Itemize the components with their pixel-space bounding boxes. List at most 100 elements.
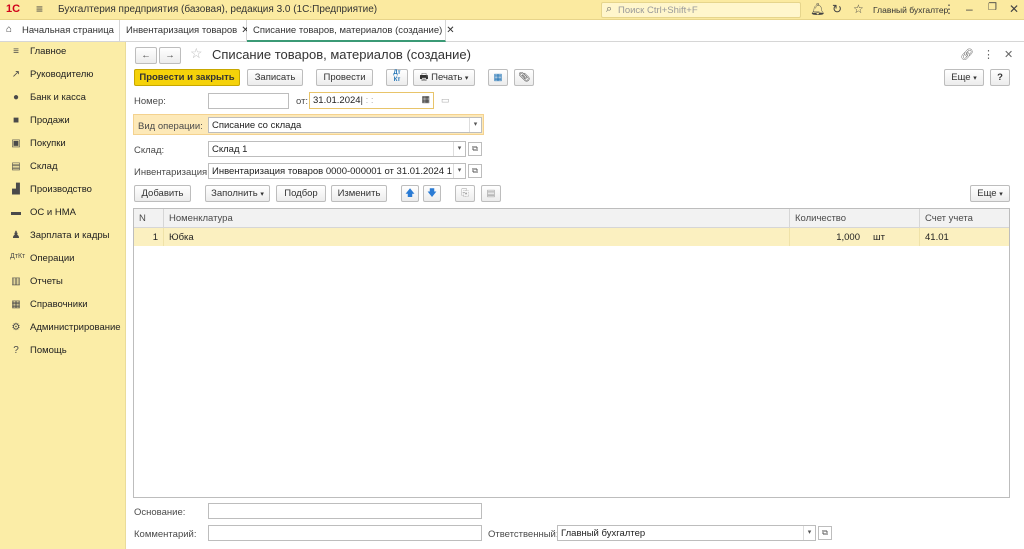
- column-header-qty[interactable]: Количество: [790, 209, 920, 228]
- move-down-button[interactable]: 🡇: [423, 185, 441, 202]
- sidebar-item-admin[interactable]: ⚙ Администрирование: [0, 318, 126, 341]
- sidebar-item-director[interactable]: ↗ Руководителю: [0, 65, 126, 88]
- table-cell-unit[interactable]: шт: [865, 228, 920, 246]
- sidebar-item-operations[interactable]: ДтКт Операции: [0, 249, 126, 272]
- date-input[interactable]: 31.01.2024| : : ▦: [309, 92, 434, 109]
- global-search-input[interactable]: ⌕ Поиск Ctrl+Shift+F: [601, 2, 801, 18]
- tab-inventory[interactable]: Инвентаризация товаров ✕: [120, 20, 250, 42]
- dt-kt-button[interactable]: Дт Кт: [386, 69, 408, 86]
- page-title: Списание товаров, материалов (создание): [212, 47, 471, 62]
- date-value: 31.01.2024: [313, 95, 361, 106]
- minimize-icon[interactable]: –: [966, 2, 973, 16]
- sidebar-item-purchases[interactable]: ▣ Покупки: [0, 134, 126, 157]
- structure-button[interactable]: ▦: [488, 69, 508, 86]
- current-user[interactable]: Главный бухгалтер: [873, 5, 948, 15]
- responsible-select[interactable]: Главный бухгалтер ▾: [557, 525, 816, 541]
- select-items-button[interactable]: Подбор: [276, 185, 326, 202]
- more-vertical-icon[interactable]: ⋮: [983, 48, 994, 61]
- open-icon[interactable]: ⧉: [818, 526, 832, 540]
- sidebar-item-production[interactable]: ▟ Производство: [0, 180, 126, 203]
- history-icon[interactable]: ↻: [832, 2, 842, 16]
- table-cell-n[interactable]: 1: [134, 228, 164, 246]
- sidebar-item-fixed-assets[interactable]: ▬ ОС и НМА: [0, 203, 126, 226]
- sidebar-item-sales[interactable]: ■ Продажи: [0, 111, 126, 134]
- chevron-down-icon[interactable]: ▾: [453, 164, 465, 178]
- table-cell-item[interactable]: Юбка: [164, 228, 790, 246]
- tab-home[interactable]: ⌂ Начальная страница: [0, 20, 120, 42]
- table-cell-qty[interactable]: 1,000: [790, 228, 865, 246]
- tab-label: Начальная страница: [22, 25, 114, 36]
- forward-button[interactable]: →: [159, 47, 181, 64]
- dt-kt-icon: ДтКт: [10, 253, 26, 260]
- column-header-n[interactable]: N: [134, 209, 164, 228]
- warehouse-value: Склад 1: [212, 144, 248, 155]
- print-button[interactable]: 🖶︎ Печать ▾: [413, 69, 475, 86]
- sidebar-item-main[interactable]: ≡ Главное: [0, 42, 126, 65]
- sidebar-item-reports[interactable]: ▥ Отчеты: [0, 272, 126, 295]
- more-vertical-icon[interactable]: ⋮: [943, 2, 955, 16]
- basis-input[interactable]: [208, 503, 482, 519]
- more-button[interactable]: Еще ▾: [944, 69, 984, 86]
- chevron-down-icon[interactable]: ▾: [469, 118, 481, 132]
- column-header-account[interactable]: Счет учета: [920, 209, 1009, 228]
- chevron-down-icon[interactable]: ▾: [803, 526, 815, 540]
- 1c-logo: 1С: [6, 3, 21, 15]
- tab-label: Инвентаризация товаров: [126, 25, 238, 36]
- favorite-star-icon[interactable]: ☆: [190, 45, 203, 62]
- copy-button[interactable]: ⎘: [455, 185, 475, 202]
- post-and-close-button[interactable]: Провести и закрыть: [134, 69, 240, 86]
- chevron-down-icon[interactable]: ▾: [453, 142, 465, 156]
- inventory-select[interactable]: Инвентаризация товаров 0000-000001 от 31…: [208, 163, 466, 179]
- add-row-button[interactable]: Добавить: [134, 185, 191, 202]
- table-more-button[interactable]: Еще ▾: [970, 185, 1010, 202]
- sidebar-item-references[interactable]: ▦ Справочники: [0, 295, 126, 318]
- open-icon[interactable]: ⧉: [468, 142, 482, 156]
- number-input[interactable]: [208, 93, 289, 109]
- sidebar-item-label: Производство: [30, 184, 92, 195]
- truck-icon: ▬: [11, 207, 21, 218]
- save-button[interactable]: Записать: [247, 69, 303, 86]
- sidebar-item-help[interactable]: ? Помощь: [0, 341, 126, 364]
- close-tab-icon[interactable]: ✕: [446, 25, 454, 36]
- comment-input[interactable]: [208, 525, 482, 541]
- back-button[interactable]: ←: [135, 47, 157, 64]
- maximize-icon[interactable]: ❐: [988, 2, 997, 13]
- post-button[interactable]: Провести: [316, 69, 373, 86]
- close-form-icon[interactable]: ✕: [1004, 48, 1013, 61]
- sidebar-item-label: Руководителю: [30, 69, 94, 80]
- star-icon[interactable]: ☆: [853, 2, 864, 16]
- open-icon[interactable]: ⧉: [468, 164, 482, 178]
- attachment-button[interactable]: 📎︎: [514, 69, 534, 86]
- items-table: N Номенклатура Количество Счет учета 1 Ю…: [133, 208, 1010, 498]
- paste-button[interactable]: ▤: [481, 185, 501, 202]
- sidebar-item-salary[interactable]: ♟ Зарплата и кадры: [0, 226, 126, 249]
- column-header-item[interactable]: Номенклатура: [164, 209, 790, 228]
- calendar-icon[interactable]: ▦: [421, 94, 430, 105]
- fill-button[interactable]: Заполнить ▾: [205, 185, 270, 202]
- responsible-value: Главный бухгалтер: [561, 528, 646, 539]
- sidebar-item-warehouse[interactable]: ▤ Склад: [0, 157, 126, 180]
- table-cell-account[interactable]: 41.01: [920, 228, 1009, 246]
- more-label: Еще: [951, 72, 971, 83]
- chevron-down-icon: ▾: [464, 75, 469, 82]
- bell-icon[interactable]: 🔔︎: [810, 2, 825, 16]
- info-icon[interactable]: ▭: [441, 95, 450, 106]
- main-menu-icon[interactable]: ≡: [36, 2, 43, 16]
- sidebar-item-label: Банк и касса: [30, 92, 86, 103]
- coin-icon: ●: [12, 92, 20, 103]
- tab-writeoff[interactable]: Списание товаров, материалов (создание) ✕: [247, 20, 455, 42]
- date-label: от:: [296, 96, 309, 107]
- link-icon[interactable]: 🔗︎: [960, 48, 974, 61]
- close-window-icon[interactable]: ✕: [1009, 2, 1019, 16]
- help-button[interactable]: ?: [990, 69, 1010, 86]
- sidebar-item-label: Главное: [30, 46, 67, 57]
- sidebar: ≡ Главное ↗ Руководителю ● Банк и касса ■ Пр…: [0, 42, 126, 549]
- move-up-button[interactable]: 🡅: [401, 185, 419, 202]
- operation-select[interactable]: Списание со склада ▾: [208, 117, 482, 133]
- warehouse-select[interactable]: Склад 1 ▾: [208, 141, 466, 157]
- sidebar-item-bank[interactable]: ● Банк и касса: [0, 88, 126, 111]
- print-label: Печать: [431, 72, 463, 83]
- chevron-down-icon: ▾: [260, 191, 264, 198]
- tab-label: Списание товаров, материалов (создание): [253, 25, 443, 36]
- change-button[interactable]: Изменить: [331, 185, 387, 202]
